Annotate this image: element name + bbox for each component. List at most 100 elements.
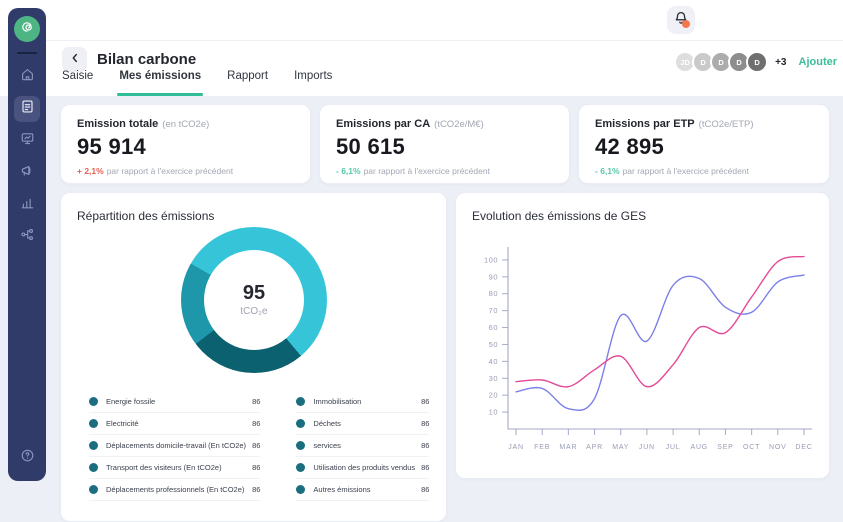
legend-item: Déchets86 bbox=[296, 413, 429, 435]
home-icon bbox=[20, 67, 35, 87]
sidebar-item-org-chart[interactable] bbox=[14, 224, 40, 250]
legend-item: Transport des visiteurs (En tCO2e) 86 bbox=[89, 457, 260, 479]
x-tick-label: AUG bbox=[690, 444, 708, 451]
sidebar-item-document[interactable] bbox=[14, 96, 40, 122]
legend-item: Déplacements professionnels (En tCO2e)86 bbox=[89, 479, 260, 501]
y-tick-label: 100 bbox=[484, 255, 498, 264]
series-emissions-blue bbox=[516, 275, 804, 410]
legend-label: Energie fossile bbox=[106, 397, 246, 406]
y-tick-label: 10 bbox=[489, 408, 498, 417]
legend-label: Autres émissions bbox=[313, 485, 415, 494]
topbar-divider bbox=[46, 40, 843, 41]
ges-evolution-card: Evolution des émissions de GES 102030405… bbox=[455, 192, 830, 479]
sidebar-item-monitor[interactable] bbox=[14, 128, 40, 154]
stat-title: Emissions par ETP bbox=[595, 118, 695, 130]
x-tick-label: FEB bbox=[534, 444, 550, 451]
avatar-overflow-count: +3 bbox=[775, 57, 786, 68]
y-tick-label: 90 bbox=[489, 272, 498, 281]
legend-dot bbox=[296, 463, 305, 472]
legend-label: Transport des visiteurs (En tCO2e) bbox=[106, 463, 246, 472]
legend-label: Immobilisation bbox=[313, 397, 415, 406]
sidebar-item-megaphone[interactable] bbox=[14, 160, 40, 186]
bar-chart-icon bbox=[20, 195, 35, 215]
tab-saisie[interactable]: Saisie bbox=[62, 70, 93, 96]
legend-value: 86 bbox=[421, 397, 429, 406]
y-tick-label: 70 bbox=[489, 306, 498, 315]
line-chart: 102030405060708090100JANFEBMARAPRMAYJUNJ… bbox=[460, 229, 823, 480]
stat-value: 95 914 bbox=[77, 134, 294, 160]
legend-item: Utilisation des produits vendus86 bbox=[296, 457, 429, 479]
legend-dot bbox=[89, 419, 98, 428]
stat-title: Emission totale bbox=[77, 118, 158, 130]
stat-card-emission-totale: Emission totale (en tCO2e) 95 914 + 2,1%par… bbox=[60, 104, 311, 184]
x-tick-label: JAN bbox=[508, 444, 524, 451]
legend-label: Déplacements domicile-travail (En tCO2e) bbox=[106, 441, 246, 450]
legend-dot bbox=[89, 485, 98, 494]
legend-item: Energie fossile 86 bbox=[89, 391, 260, 413]
org-chart-icon bbox=[20, 227, 35, 247]
donut-center: 95 tCO₂e bbox=[204, 250, 304, 350]
legend-item: Autres émissions86 bbox=[296, 479, 429, 501]
document-icon bbox=[20, 99, 35, 119]
notifications-button[interactable] bbox=[667, 6, 695, 34]
x-tick-label: JUL bbox=[666, 444, 681, 451]
donut-card-title: Répartition des émissions bbox=[77, 209, 214, 223]
stat-unit: (en tCO2e) bbox=[162, 119, 209, 130]
legend-dot bbox=[296, 485, 305, 494]
legend-dot bbox=[296, 441, 305, 450]
stat-value: 42 895 bbox=[595, 134, 813, 160]
legend-value: 86 bbox=[421, 463, 429, 472]
legend-value: 86 bbox=[421, 441, 429, 450]
x-tick-label: OCT bbox=[743, 444, 760, 451]
x-tick-label: SEP bbox=[717, 444, 733, 451]
legend-item: Immobilisation 86 bbox=[296, 391, 429, 413]
legend-label: Déplacements professionnels (En tCO2e) bbox=[106, 485, 246, 494]
legend-label: Electricité bbox=[106, 419, 246, 428]
sidebar-item-home[interactable] bbox=[14, 64, 40, 90]
help-button[interactable] bbox=[14, 445, 40, 471]
stat-delta-suffix: par rapport à l'exercice précédent bbox=[623, 166, 749, 176]
stat-delta-suffix: par rapport à l'exercice précédent bbox=[364, 166, 490, 176]
chevron-left-icon bbox=[69, 51, 81, 69]
sidebar bbox=[8, 8, 46, 481]
legend-label: services bbox=[313, 441, 415, 450]
sidebar-item-bar-chart[interactable] bbox=[14, 192, 40, 218]
x-tick-label: MAR bbox=[559, 444, 577, 451]
donut-center-unit: tCO₂e bbox=[240, 306, 267, 317]
stat-card-emissions-par-ca: Emissions par CA(tCO2e/M€)50 615- 6,1%pa… bbox=[319, 104, 570, 184]
legend-dot bbox=[296, 419, 305, 428]
sidebar-divider bbox=[17, 52, 37, 54]
legend-value: 86 bbox=[252, 419, 260, 428]
avatar-stack: JDDDDD bbox=[674, 51, 768, 73]
legend-value: 86 bbox=[252, 463, 260, 472]
tab-mes-emissions[interactable]: Mes émissions bbox=[119, 70, 201, 96]
tab-bar: Saisie Mes émissions Rapport Imports bbox=[62, 70, 332, 96]
legend-label: Déchets bbox=[313, 419, 415, 428]
app-logo[interactable] bbox=[14, 16, 40, 42]
add-member-button[interactable]: Ajouter bbox=[799, 56, 838, 68]
stat-delta: - 6,1% bbox=[336, 166, 361, 176]
donut-chart: 95 tCO₂e bbox=[181, 227, 327, 373]
avatar[interactable]: D bbox=[746, 51, 768, 73]
donut-legend: Energie fossile 86 Immobilisation 86 Electri… bbox=[89, 391, 416, 501]
stat-card-emissions-par-etp: Emissions par ETP(tCO2e/ETP)42 895- 6,1%… bbox=[578, 104, 830, 184]
tab-imports[interactable]: Imports bbox=[294, 70, 332, 96]
legend-value: 86 bbox=[252, 397, 260, 406]
x-tick-label: JUN bbox=[639, 444, 655, 451]
y-tick-label: 60 bbox=[489, 323, 498, 332]
stat-delta: + 2,1% bbox=[77, 166, 104, 176]
stat-delta-suffix: par rapport à l'exercice précédent bbox=[107, 166, 233, 176]
legend-dot bbox=[89, 397, 98, 406]
megaphone-icon bbox=[20, 163, 35, 183]
stat-value: 50 615 bbox=[336, 134, 553, 160]
members-group: JDDDDD +3 Ajouter bbox=[674, 51, 837, 73]
stat-unit: (tCO2e/ETP) bbox=[699, 119, 754, 130]
donut-center-value: 95 bbox=[243, 283, 265, 303]
y-tick-label: 30 bbox=[489, 374, 498, 383]
y-tick-label: 20 bbox=[489, 391, 498, 400]
back-button[interactable] bbox=[62, 47, 87, 72]
y-tick-label: 40 bbox=[489, 357, 498, 366]
tab-rapport[interactable]: Rapport bbox=[227, 70, 268, 96]
line-chart-title: Evolution des émissions de GES bbox=[472, 209, 646, 223]
y-tick-label: 80 bbox=[489, 289, 498, 298]
